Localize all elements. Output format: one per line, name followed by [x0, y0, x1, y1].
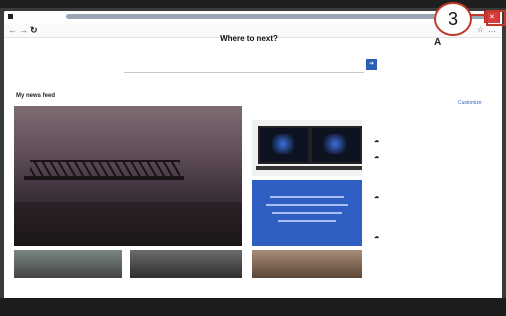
page-heading: Where to next?	[220, 34, 278, 43]
weather-icon: ☁	[374, 154, 379, 160]
sidebar-item[interactable]: ☁	[374, 194, 490, 212]
info-sidebar: ☁ ☁ ☁ ☁	[374, 110, 490, 280]
sidebar-item[interactable]: ☁	[374, 154, 490, 172]
annotation-connector	[470, 14, 486, 16]
laptop-image	[256, 126, 310, 170]
water-illustration	[14, 202, 242, 246]
search-icon: ➜	[368, 61, 375, 67]
monitor-bezel	[0, 0, 506, 8]
annotation-highlight-box	[486, 10, 506, 26]
ellipsis-icon[interactable]: …	[488, 25, 496, 34]
news-card[interactable]	[14, 250, 122, 278]
news-card-blue[interactable]	[252, 180, 362, 246]
tab[interactable]	[4, 12, 68, 21]
search-button[interactable]: ➜	[366, 59, 377, 70]
sidebar-item[interactable]: ☁	[374, 234, 490, 252]
news-card[interactable]	[130, 250, 242, 278]
annotation-number-badge: 3	[434, 2, 472, 36]
tab-strip-bar[interactable]	[66, 14, 486, 19]
weather-icon: ☁	[374, 138, 379, 144]
tab-page-icon	[8, 14, 13, 19]
search-input[interactable]	[124, 61, 364, 73]
news-card-laptops[interactable]	[252, 120, 362, 176]
laptop-image	[308, 126, 362, 170]
featured-news-image[interactable]	[14, 106, 242, 246]
weather-icon: ☁	[374, 194, 379, 200]
weather-icon: ☁	[374, 234, 379, 240]
customize-link[interactable]: Customize	[458, 100, 482, 106]
star-icon[interactable]: ☆	[477, 25, 484, 34]
news-card[interactable]	[252, 250, 362, 278]
news-feed-title: My news feed	[16, 93, 56, 99]
bridge-illustration	[24, 152, 184, 194]
monitor-bottom-bezel	[0, 298, 506, 316]
avatar[interactable]: A	[434, 37, 441, 48]
